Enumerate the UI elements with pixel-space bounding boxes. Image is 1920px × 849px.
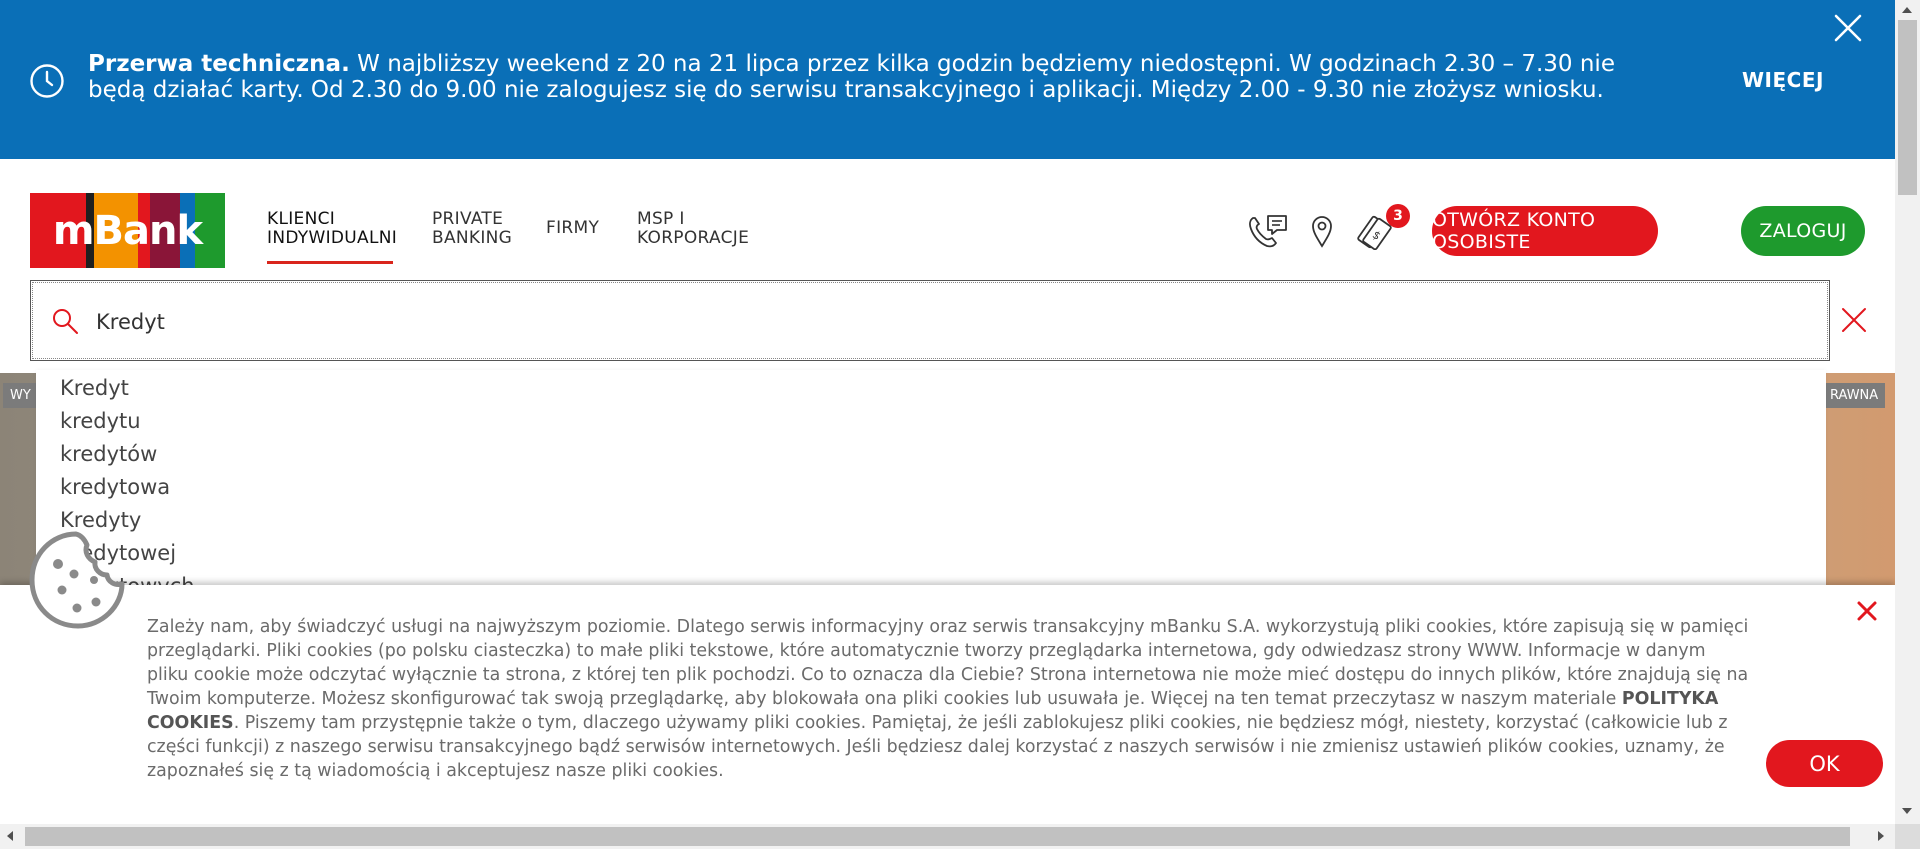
nav-label-line2: KORPORACJE [637, 228, 750, 248]
close-icon[interactable] [1855, 599, 1879, 623]
scrollbar-corner [1895, 824, 1920, 849]
notice-more-link[interactable]: WIĘCEJ [1742, 68, 1824, 92]
nav-label-line1: FIRMY [546, 218, 600, 238]
cookie-icon [29, 531, 125, 629]
nav-label-line2: BANKING [432, 228, 513, 248]
vertical-scroll-thumb[interactable] [1898, 20, 1917, 195]
nav-firmy[interactable]: FIRMY [546, 219, 599, 238]
hero-tag: RAWNA [1823, 383, 1886, 408]
horizontal-scroll-thumb[interactable] [25, 827, 1850, 846]
suggestion-item[interactable]: kredytowa [60, 475, 170, 499]
search-suggestions: Kredyt kredytu kredytów kredytowa Kredyt… [36, 370, 1826, 590]
cookie-text: Zależy nam, aby świadczyć usługi na najw… [147, 615, 1752, 783]
mbank-logo[interactable]: mBank [30, 193, 225, 268]
cookie-ok-button[interactable]: OK [1766, 740, 1883, 787]
cookie-text-after: . Piszemy tam przystępnie także o tym, d… [147, 713, 1728, 781]
clock-icon [30, 64, 64, 98]
nav-klienci-indywidualni[interactable]: KLIENCI INDYWIDUALNI [267, 210, 397, 248]
hero-tag: WY [3, 383, 38, 408]
notice-message: Przerwa techniczna. W najbliższy weekend… [88, 51, 1648, 103]
cookie-banner: Zależy nam, aby świadczyć usługi na najw… [0, 585, 1895, 824]
scroll-left-arrow-icon[interactable] [7, 831, 13, 841]
suggestion-item[interactable]: kredytów [60, 442, 157, 466]
notification-badge: 3 [1386, 204, 1410, 228]
nav-label-line1: KLIENCI [267, 209, 336, 229]
scroll-up-arrow-icon[interactable] [1902, 7, 1912, 13]
scroll-down-arrow-icon[interactable] [1902, 808, 1912, 814]
cookie-text-before: Zależy nam, aby świadczyć usługi na najw… [147, 617, 1749, 709]
page-viewport: Przerwa techniczna. W najbliższy weekend… [0, 0, 1895, 824]
nav-label-line2: INDYWIDUALNI [267, 228, 398, 248]
nav-msp-korporacje[interactable]: MSP I KORPORACJE [637, 210, 749, 248]
nav-label-line1: PRIVATE [432, 209, 504, 229]
horizontal-scrollbar[interactable] [0, 824, 1895, 849]
vertical-scrollbar[interactable] [1895, 0, 1920, 824]
nav-private-banking[interactable]: PRIVATE BANKING [432, 210, 512, 248]
notice-title: Przerwa techniczna. [88, 51, 350, 77]
close-icon[interactable] [1833, 13, 1863, 43]
search-icon [53, 309, 78, 334]
nav-label-line1: MSP I [637, 209, 685, 229]
open-account-button[interactable]: OTWÓRZ KONTO OSOBISTE [1432, 206, 1658, 256]
suggestion-item[interactable]: Kredyt [60, 376, 129, 400]
search-value: Kredyt [96, 310, 165, 334]
search-input[interactable]: Kredyt [30, 280, 1830, 361]
location-pin-icon[interactable] [1310, 212, 1334, 250]
login-button[interactable]: ZALOGUJ [1741, 206, 1865, 256]
logo-text: mBank [52, 207, 203, 254]
maintenance-notice: Przerwa techniczna. W najbliższy weekend… [0, 0, 1895, 159]
suggestion-item[interactable]: kredytu [60, 409, 141, 433]
close-icon[interactable] [1840, 306, 1868, 334]
scroll-right-arrow-icon[interactable] [1878, 831, 1884, 841]
nav-active-underline [267, 261, 393, 264]
phone-chat-icon[interactable] [1246, 212, 1290, 250]
